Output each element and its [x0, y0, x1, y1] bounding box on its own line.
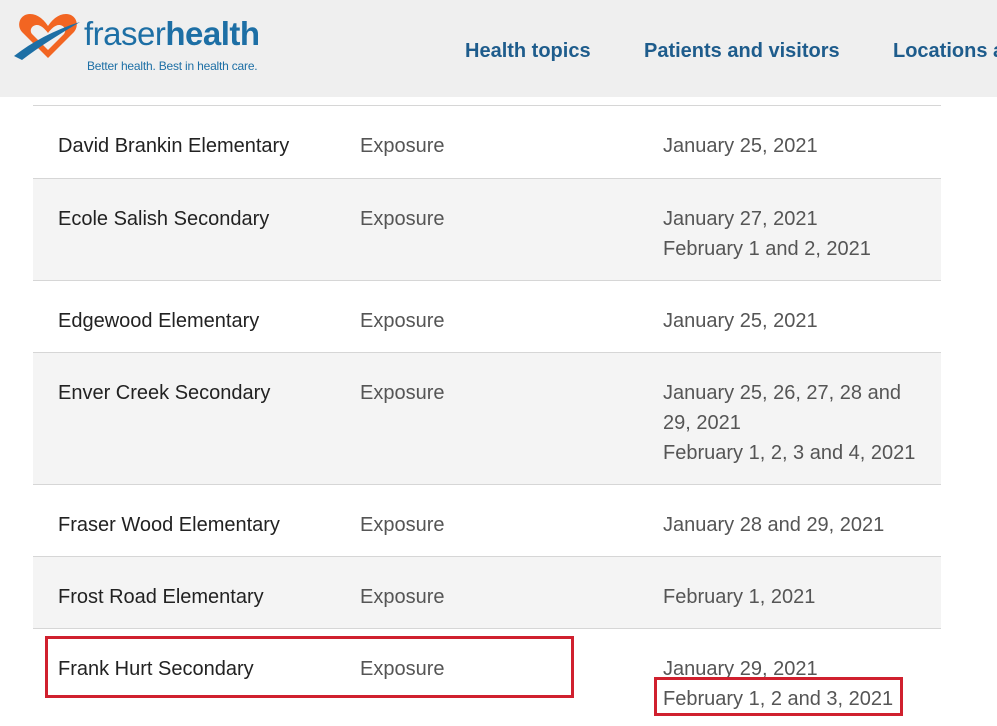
nav-health-topics[interactable]: Health topics: [465, 40, 591, 63]
school-name: Ecole Salish Secondary: [58, 208, 270, 230]
table-row: Edgewood Elementary Exposure January 25,…: [33, 280, 941, 352]
exposure-dates: January 28 and 29, 2021: [663, 510, 933, 540]
school-name: Frost Road Elementary: [58, 586, 264, 608]
nav-locations[interactable]: Locations a: [893, 40, 997, 63]
date-line: February 1, 2, 3 and 4, 2021: [663, 442, 916, 464]
school-name: Fraser Wood Elementary: [58, 514, 280, 536]
date-line: February 1 and 2, 2021: [663, 238, 871, 260]
date-line: January 25, 26, 27, 28 and: [663, 382, 901, 404]
exposure-type: Exposure: [360, 208, 445, 230]
date-line: 29, 2021: [663, 412, 741, 434]
exposure-dates: January 25, 26, 27, 28 and 29, 2021 Febr…: [663, 378, 933, 468]
exposure-type: Exposure: [360, 310, 445, 332]
table-row: Frost Road Elementary Exposure February …: [33, 556, 941, 628]
logo-tagline: Better health. Best in health care.: [87, 59, 258, 73]
table-row: Ecole Salish Secondary Exposure January …: [33, 178, 941, 280]
school-name: Edgewood Elementary: [58, 310, 260, 332]
date-line: January 28 and 29, 2021: [663, 514, 885, 536]
table-row: Fraser Wood Elementary Exposure January …: [33, 484, 941, 556]
date-line: February 1, 2021: [663, 586, 816, 608]
date-line: January 25, 2021: [663, 135, 818, 157]
date-line: February 1, 2 and 3, 2021: [663, 688, 894, 710]
logo-wordmark: fraserhealth: [84, 14, 260, 54]
date-line: January 29, 2021: [663, 658, 818, 680]
exposure-type: Exposure: [360, 586, 445, 608]
exposure-type: Exposure: [360, 382, 445, 404]
table-row: Frank Hurt Secondary Exposure January 29…: [33, 628, 941, 726]
nav-patients-and-visitors[interactable]: Patients and visitors: [644, 40, 840, 63]
fraserhealth-logo[interactable]: fraserhealth Better health. Best in heal…: [14, 12, 260, 78]
exposure-type: Exposure: [360, 135, 445, 157]
exposure-dates: January 25, 2021: [663, 131, 933, 161]
date-line: January 25, 2021: [663, 310, 818, 332]
school-name: Frank Hurt Secondary: [58, 658, 254, 680]
table-row: David Brankin Elementary Exposure Januar…: [33, 105, 941, 178]
exposure-dates: January 25, 2021: [663, 306, 933, 336]
exposure-dates: January 29, 2021 February 1, 2 and 3, 20…: [663, 654, 933, 714]
exposure-type: Exposure: [360, 658, 445, 680]
school-name: Enver Creek Secondary: [58, 382, 271, 404]
logo-word-health: health: [165, 15, 260, 52]
exposure-dates: January 27, 2021 February 1 and 2, 2021: [663, 204, 933, 264]
school-name: David Brankin Elementary: [58, 135, 290, 157]
date-line: January 27, 2021: [663, 208, 818, 230]
site-header: fraserhealth Better health. Best in heal…: [0, 0, 997, 97]
table-row: Enver Creek Secondary Exposure January 2…: [33, 352, 941, 484]
heart-swoosh-icon: [14, 14, 80, 60]
exposure-dates: February 1, 2021: [663, 582, 933, 612]
logo-word-fraser: fraser: [84, 15, 166, 52]
exposure-type: Exposure: [360, 514, 445, 536]
